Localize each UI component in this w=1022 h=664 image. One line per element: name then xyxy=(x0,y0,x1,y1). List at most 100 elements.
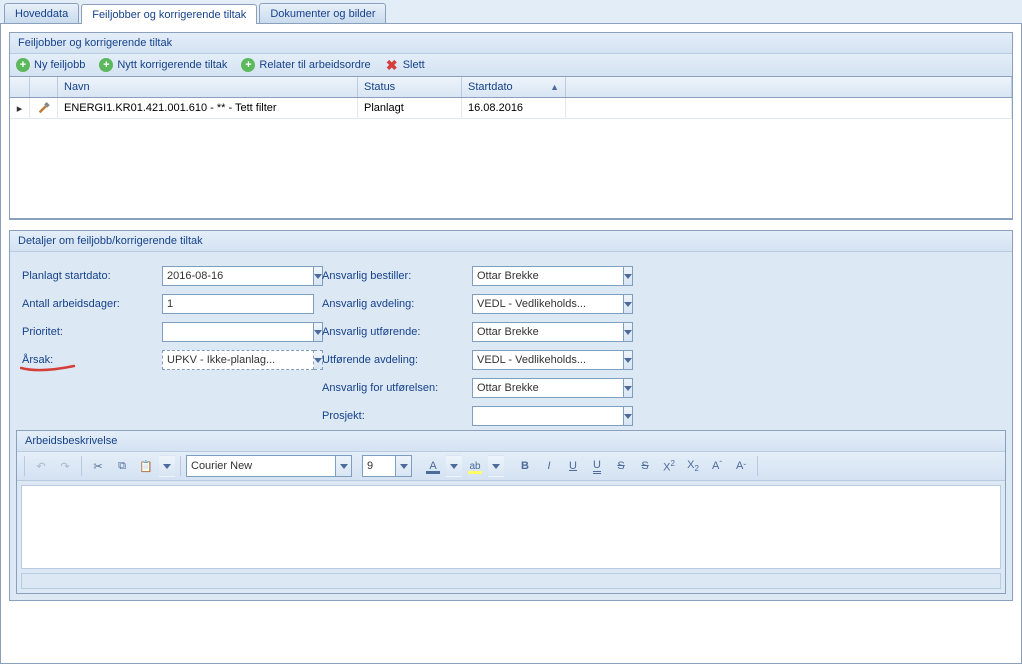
grow-font-icon: Aˆ xyxy=(712,460,722,472)
underline-button[interactable]: U xyxy=(562,455,584,477)
italic-button[interactable]: I xyxy=(538,455,560,477)
subscript-button[interactable]: X2 xyxy=(682,455,704,477)
tab-hoveddata[interactable]: Hoveddata xyxy=(4,3,79,23)
label-ansvarlig-bestiller: Ansvarlig bestiller: xyxy=(322,266,462,286)
grid-header-icon xyxy=(30,77,58,97)
input-ansvarlig-bestiller[interactable] xyxy=(472,266,624,286)
font-select[interactable] xyxy=(186,455,352,477)
grid-header-indicator xyxy=(10,77,30,97)
grow-font-button[interactable]: Aˆ xyxy=(706,455,728,477)
toolbar-feiljobber: + Ny feiljobb + Nytt korrigerende tiltak… xyxy=(10,54,1012,76)
field-utforende-avdeling[interactable] xyxy=(472,350,612,370)
paste-dropdown[interactable] xyxy=(159,455,175,477)
font-dropdown[interactable] xyxy=(336,455,352,477)
dropdown-prosjekt[interactable] xyxy=(624,406,633,426)
table-row[interactable]: ▸ ENERGI1.KR01.421.001.610 - ** - Tett f… xyxy=(10,98,1012,119)
chevron-down-icon xyxy=(624,414,632,419)
field-ansvarlig-bestiller[interactable] xyxy=(472,266,612,286)
size-select[interactable] xyxy=(362,455,412,477)
field-arsak[interactable] xyxy=(162,350,292,370)
redo-button[interactable]: ↷ xyxy=(54,455,76,477)
tab-dokumenter[interactable]: Dokumenter og bilder xyxy=(259,3,386,23)
undo-button[interactable]: ↶ xyxy=(30,455,52,477)
grid-header-navn[interactable]: Navn xyxy=(58,77,358,97)
field-ansvarlig-utforende[interactable] xyxy=(472,322,612,342)
input-prosjekt[interactable] xyxy=(472,406,624,426)
editor-h-scrollbar[interactable] xyxy=(21,573,1001,589)
btn-slett[interactable]: ✖ Slett xyxy=(385,58,425,72)
btn-ny-feiljobb[interactable]: + Ny feiljobb xyxy=(16,58,85,72)
field-planlagt-startdato[interactable] xyxy=(162,266,292,286)
input-prioritet[interactable] xyxy=(162,322,314,342)
chevron-down-icon xyxy=(624,302,632,307)
label-ansvarlig-utforende: Ansvarlig utførende: xyxy=(322,322,462,342)
bold-icon: B xyxy=(521,460,529,472)
input-utforende-avdeling[interactable] xyxy=(472,350,624,370)
editor-textarea[interactable] xyxy=(21,485,1001,569)
label-utforende-avdeling: Utførende avdeling: xyxy=(322,350,462,370)
sort-asc-icon: ▲ xyxy=(550,82,559,92)
double-strike-icon: S xyxy=(641,460,648,472)
dropdown-ansvarlig-utforende[interactable] xyxy=(624,322,633,342)
paste-button[interactable]: 📋 xyxy=(135,455,157,477)
chevron-down-icon xyxy=(400,464,408,469)
grid-feiljobber: Navn Status Startdato ▲ ▸ xyxy=(10,76,1012,219)
scissors-icon: ✂ xyxy=(93,460,102,473)
label-ansvarlig-utforelsen: Ansvarlig for utførelsen: xyxy=(322,378,462,398)
input-planlagt-startdato[interactable] xyxy=(162,266,314,286)
label-prosjekt: Prosjekt: xyxy=(322,406,462,426)
input-arsak[interactable] xyxy=(162,350,314,370)
field-ansvarlig-utforelsen[interactable] xyxy=(472,378,612,398)
input-ansvarlig-utforelsen[interactable] xyxy=(472,378,624,398)
copy-icon: ⧉ xyxy=(118,460,126,473)
field-prosjekt[interactable] xyxy=(472,406,612,426)
panel-feiljobber-title: Feiljobber og korrigerende tiltak xyxy=(10,33,1012,54)
chevron-down-icon xyxy=(450,464,458,469)
field-antall-arbeidsdager[interactable] xyxy=(162,294,292,314)
undo-icon: ↶ xyxy=(36,460,45,473)
size-dropdown[interactable] xyxy=(396,455,412,477)
field-prioritet[interactable] xyxy=(162,322,292,342)
font-input[interactable] xyxy=(186,455,336,477)
size-input[interactable] xyxy=(362,455,396,477)
dropdown-utforende-avdeling[interactable] xyxy=(624,350,633,370)
label-ansvarlig-avdeling: Ansvarlig avdeling: xyxy=(322,294,462,314)
font-color-dropdown[interactable] xyxy=(446,455,462,477)
double-strike-button[interactable]: S xyxy=(634,455,656,477)
chevron-down-icon xyxy=(624,358,632,363)
font-color-button[interactable]: A xyxy=(422,455,444,477)
tab-feiljobber[interactable]: Feiljobber og korrigerende tiltak xyxy=(81,4,257,24)
dropdown-ansvarlig-avdeling[interactable] xyxy=(624,294,633,314)
panel-feiljobber: Feiljobber og korrigerende tiltak + Ny f… xyxy=(9,32,1013,220)
shrink-font-button[interactable]: Aˇ xyxy=(730,455,752,477)
grid-header-startdato[interactable]: Startdato ▲ xyxy=(462,77,566,97)
hammer-icon xyxy=(37,101,51,115)
grid-header-fill xyxy=(566,77,1012,97)
btn-relater[interactable]: + Relater til arbeidsordre xyxy=(241,58,370,72)
cut-button[interactable]: ✂ xyxy=(87,455,109,477)
grid-header-status[interactable]: Status xyxy=(358,77,462,97)
field-ansvarlig-avdeling[interactable] xyxy=(472,294,612,314)
strike-button[interactable]: S xyxy=(610,455,632,477)
btn-nytt-korrigerende[interactable]: + Nytt korrigerende tiltak xyxy=(99,58,227,72)
dropdown-ansvarlig-utforelsen[interactable] xyxy=(624,378,633,398)
highlight-icon: ab xyxy=(469,461,480,472)
label-antall-arbeidsdager: Antall arbeidsdager: xyxy=(22,294,152,314)
highlight-dropdown[interactable] xyxy=(488,455,504,477)
row-indicator: ▸ xyxy=(10,98,30,118)
dropdown-ansvarlig-bestiller[interactable] xyxy=(624,266,633,286)
superscript-button[interactable]: X2 xyxy=(658,455,680,477)
clipboard-icon: 📋 xyxy=(139,460,153,473)
label-prioritet: Prioritet: xyxy=(22,322,152,342)
copy-button[interactable]: ⧉ xyxy=(111,455,133,477)
strike-icon: S xyxy=(617,460,624,472)
bold-button[interactable]: B xyxy=(514,455,536,477)
double-underline-button[interactable]: U xyxy=(586,455,608,477)
input-ansvarlig-utforende[interactable] xyxy=(472,322,624,342)
highlight-button[interactable]: ab xyxy=(464,455,486,477)
tabstrip: Hoveddata Feiljobber og korrigerende til… xyxy=(0,0,1022,24)
input-antall-arbeidsdager[interactable] xyxy=(162,294,314,314)
chevron-down-icon xyxy=(314,358,322,363)
btn-slett-label: Slett xyxy=(403,59,425,71)
input-ansvarlig-avdeling[interactable] xyxy=(472,294,624,314)
